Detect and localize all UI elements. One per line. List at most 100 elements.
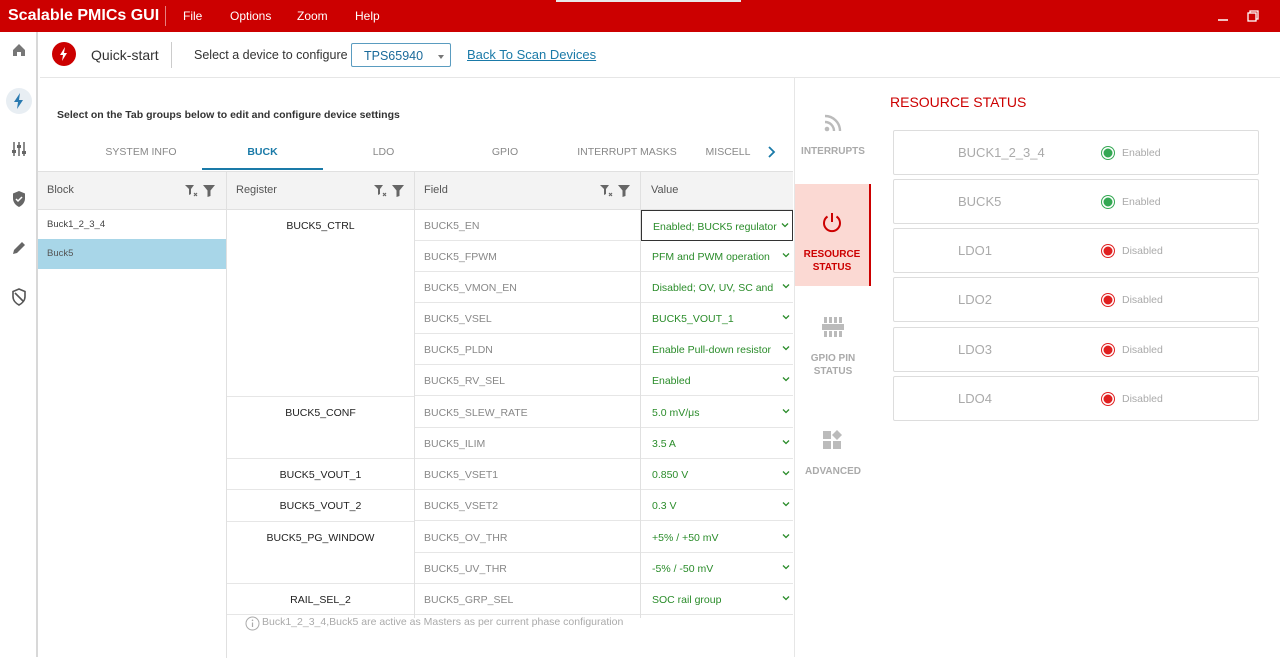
column-header-block-label: Block [47, 184, 74, 196]
lightning-icon[interactable] [9, 91, 29, 111]
tab-buck[interactable]: BUCK [202, 140, 323, 170]
menu-file[interactable]: File [183, 9, 202, 23]
chevron-right-icon[interactable] [765, 145, 779, 159]
filter-icon[interactable] [202, 184, 216, 198]
status-dot-icon [1102, 344, 1114, 356]
chevron-down-icon [782, 346, 790, 351]
filter-icon[interactable] [391, 184, 405, 198]
select-device-label: Select a device to configure [194, 48, 348, 62]
status-dot-icon [1102, 245, 1114, 257]
field-cell: BUCK5_VMON_EN [415, 272, 640, 303]
field-cell: BUCK5_OV_THR [415, 522, 640, 553]
left-nav [0, 32, 38, 657]
tab-resource-status[interactable]: RESOURCE STATUS [795, 184, 871, 286]
chevron-down-icon [782, 409, 790, 414]
register-buck5-conf: BUCK5_CONF [227, 397, 414, 459]
tab-interrupt-masks[interactable]: INTERRUPT MASKS [566, 140, 688, 170]
resource-status: Disabled [1122, 344, 1163, 356]
tab-interrupts[interactable]: INTERRUPTS [795, 112, 871, 170]
resource-status: Enabled [1122, 147, 1161, 159]
field-cell: BUCK5_SLEW_RATE [415, 397, 640, 428]
value-select[interactable]: PFM and PWM operation [641, 241, 793, 272]
value-text: Enable Pull-down resistor [652, 344, 772, 356]
value-select[interactable]: -5% / -50 mV [641, 553, 793, 584]
value-select[interactable]: Enabled [641, 365, 793, 396]
clear-filter-icon[interactable] [373, 184, 387, 198]
power-icon [823, 213, 841, 233]
value-select[interactable]: 5.0 mV/μs [641, 397, 793, 428]
block-item-buck1-2-3-4[interactable]: Buck1_2_3_4 [38, 210, 226, 240]
chevron-down-icon [782, 471, 790, 476]
tab-ldo[interactable]: LDO [323, 140, 444, 170]
chevron-down-icon [438, 55, 444, 59]
resource-status: Enabled [1122, 196, 1161, 208]
app-title: Scalable PMICs GUI [8, 7, 160, 24]
value-select[interactable]: BUCK5_VOUT_1 [641, 303, 793, 334]
register-buck5-ctrl: BUCK5_CTRL [227, 210, 414, 397]
quickstart-icon[interactable] [52, 42, 76, 66]
value-select[interactable]: Enable Pull-down resistor [641, 334, 793, 365]
tab-gpio[interactable]: GPIO [444, 140, 566, 170]
value-select[interactable]: 3.5 A [641, 428, 793, 459]
tab-gpio-pin-status[interactable]: GPIO PIN STATUS [795, 314, 871, 386]
field-cell: BUCK5_VSEL [415, 303, 640, 334]
value-select[interactable]: SOC rail group [641, 584, 793, 615]
menu-help[interactable]: Help [355, 9, 380, 23]
value-select[interactable]: Enabled; BUCK5 regulator [641, 210, 793, 241]
restore-icon[interactable] [1243, 6, 1263, 26]
right-tab-panel: INTERRUPTS RESOURCE STATUS GPIO PIN STAT… [794, 78, 871, 657]
menu-options[interactable]: Options [230, 9, 271, 23]
register-buck5-vout-2: BUCK5_VOUT_2 [227, 490, 414, 522]
clear-filter-icon[interactable] [184, 184, 198, 198]
shield-slash-icon[interactable] [9, 287, 29, 307]
status-dot-icon [1102, 147, 1114, 159]
resource-card-ldo3: LDO3 Disabled [893, 327, 1259, 372]
value-select[interactable]: Disabled; OV, UV, SC and I [641, 272, 793, 303]
resource-card-ldo1: LDO1 Disabled [893, 228, 1259, 273]
value-select[interactable]: +5% / +50 mV [641, 522, 793, 553]
tab-advanced[interactable]: ADVANCED [795, 428, 871, 484]
register-grid: Block Register Field Value Buck1_2_3_4 B… [38, 171, 793, 658]
block-item-buck5[interactable]: Buck5 [38, 239, 226, 269]
filter-icon[interactable] [617, 184, 631, 198]
resource-name: LDO2 [958, 292, 992, 307]
value-text: +5% / +50 mV [652, 532, 719, 544]
value-text: -5% / -50 mV [652, 563, 714, 575]
value-select[interactable]: 0.850 V [641, 459, 793, 490]
minimize-icon[interactable] [1213, 6, 1233, 26]
chevron-down-icon [782, 440, 790, 445]
chevron-down-icon [782, 565, 790, 570]
device-select[interactable]: TPS65940 [351, 43, 451, 67]
status-dot-icon [1102, 393, 1114, 405]
tab-gpio-pin-status-label: GPIO PIN STATUS [810, 353, 856, 377]
column-header-register: Register [227, 172, 415, 210]
sliders-icon[interactable] [9, 139, 29, 159]
tab-system-info[interactable]: SYSTEM INFO [80, 140, 202, 170]
home-icon[interactable] [9, 40, 29, 60]
column-header-value: Value [641, 172, 793, 210]
title-accent [556, 0, 741, 2]
chevron-down-icon [782, 596, 790, 601]
field-cell: BUCK5_EN [415, 210, 640, 241]
register-rail-sel-2: RAIL_SEL_2 [227, 584, 414, 615]
column-header-value-label: Value [651, 184, 679, 196]
menu-zoom[interactable]: Zoom [297, 9, 328, 23]
status-dot-icon [1102, 294, 1114, 306]
field-cell: BUCK5_FPWM [415, 241, 640, 272]
clear-filter-icon[interactable] [599, 184, 613, 198]
value-text: Enabled [652, 375, 691, 387]
value-select[interactable]: 0.3 V [641, 490, 793, 521]
resource-name: LDO4 [958, 391, 992, 406]
column-header-block: Block [38, 172, 227, 210]
chevron-down-icon [781, 223, 789, 228]
resource-card-buck1-2-3-4: BUCK1_2_3_4 Enabled [893, 130, 1259, 175]
shield-check-icon[interactable] [9, 189, 29, 209]
register-buck5-vout-1: BUCK5_VOUT_1 [227, 459, 414, 490]
pencil-icon[interactable] [9, 238, 29, 258]
chevron-down-icon [782, 284, 790, 289]
tab-miscellaneous[interactable]: MISCELL [688, 140, 768, 170]
back-to-scan-link[interactable]: Back To Scan Devices [467, 47, 596, 62]
field-cell: BUCK5_GRP_SEL [415, 584, 640, 615]
resource-status: Disabled [1122, 294, 1163, 306]
instruction-text: Select on the Tab groups below to edit a… [57, 109, 400, 121]
